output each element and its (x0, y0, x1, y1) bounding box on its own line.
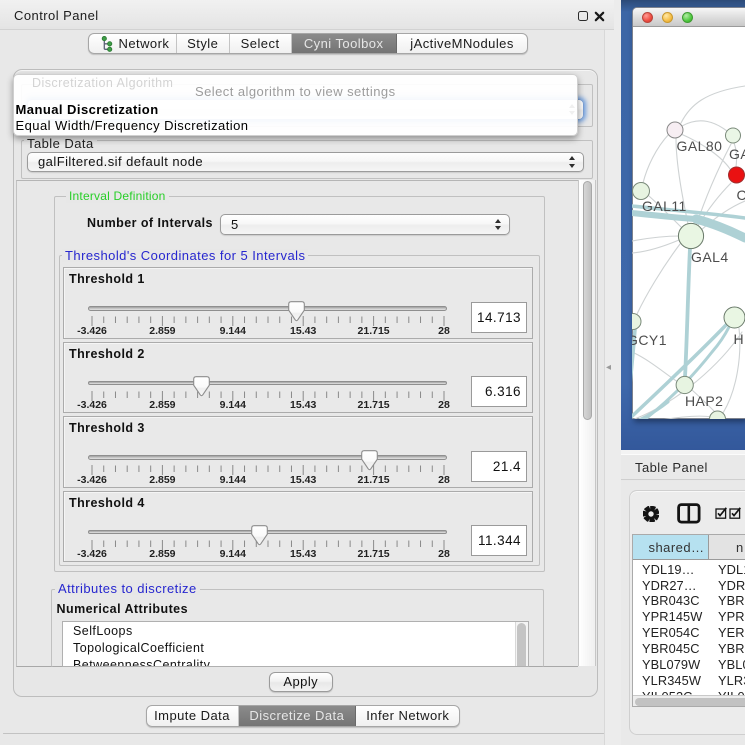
svg-text:GCY1: GCY1 (632, 332, 667, 348)
svg-text:HAP2: HAP2 (685, 393, 723, 409)
svg-text:GAL4: GAL4 (691, 249, 729, 265)
svg-text:GAL11: GAL11 (642, 198, 687, 214)
svg-text:C: C (737, 187, 745, 203)
svg-text:H: H (734, 331, 745, 347)
svg-text:GAL80: GAL80 (677, 138, 723, 154)
svg-text:GAL: GAL (729, 146, 745, 162)
